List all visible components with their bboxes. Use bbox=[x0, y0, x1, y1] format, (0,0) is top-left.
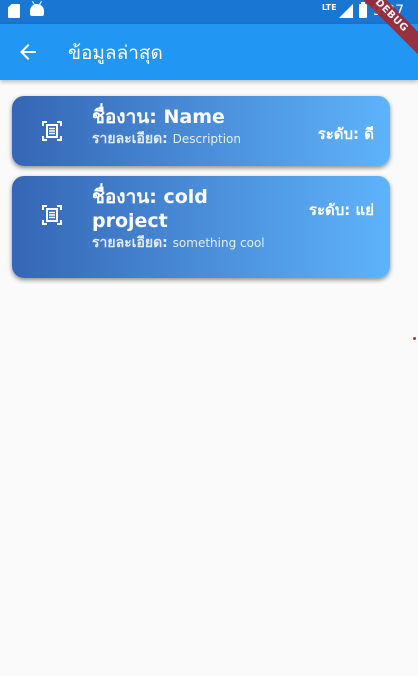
card-title: ชื่องาน: cold project bbox=[92, 186, 208, 232]
card-list: ชื่องาน: Name รายละเอียด: Description ระ… bbox=[12, 96, 390, 288]
sd-card-icon bbox=[8, 4, 20, 18]
card-title: ชื่องาน: Name bbox=[92, 106, 225, 128]
document-scan-icon bbox=[42, 121, 62, 141]
card-level: ระดับ: ดี bbox=[317, 125, 374, 143]
arrow-back-icon bbox=[20, 44, 36, 60]
page-title: ข้อมูลล่าสุด bbox=[68, 42, 163, 64]
scroll-indicator-dot bbox=[413, 337, 416, 340]
card-description: รายละเอียด: something cool bbox=[92, 235, 265, 251]
signal-icon bbox=[338, 4, 353, 18]
battery-icon bbox=[358, 2, 367, 18]
network-type-label: LTE bbox=[321, 3, 337, 12]
status-left-icons bbox=[8, 4, 44, 18]
back-button[interactable] bbox=[8, 32, 48, 72]
android-icon bbox=[30, 4, 44, 16]
document-scan-icon bbox=[42, 205, 62, 225]
app-bar: ข้อมูลล่าสุด bbox=[0, 24, 418, 80]
status-bar: LTE 9:27 bbox=[0, 0, 418, 24]
card-level: ระดับ: แย่ bbox=[308, 201, 374, 219]
card-body: ชื่องาน: Name รายละเอียด: Description bbox=[92, 105, 292, 147]
card-body: ชื่องาน: cold project รายละเอียด: someth… bbox=[92, 185, 268, 251]
card-description: รายละเอียด: Description bbox=[92, 131, 241, 147]
list-item[interactable]: ชื่องาน: Name รายละเอียด: Description ระ… bbox=[12, 96, 390, 166]
list-item[interactable]: ชื่องาน: cold project รายละเอียด: someth… bbox=[12, 176, 390, 278]
